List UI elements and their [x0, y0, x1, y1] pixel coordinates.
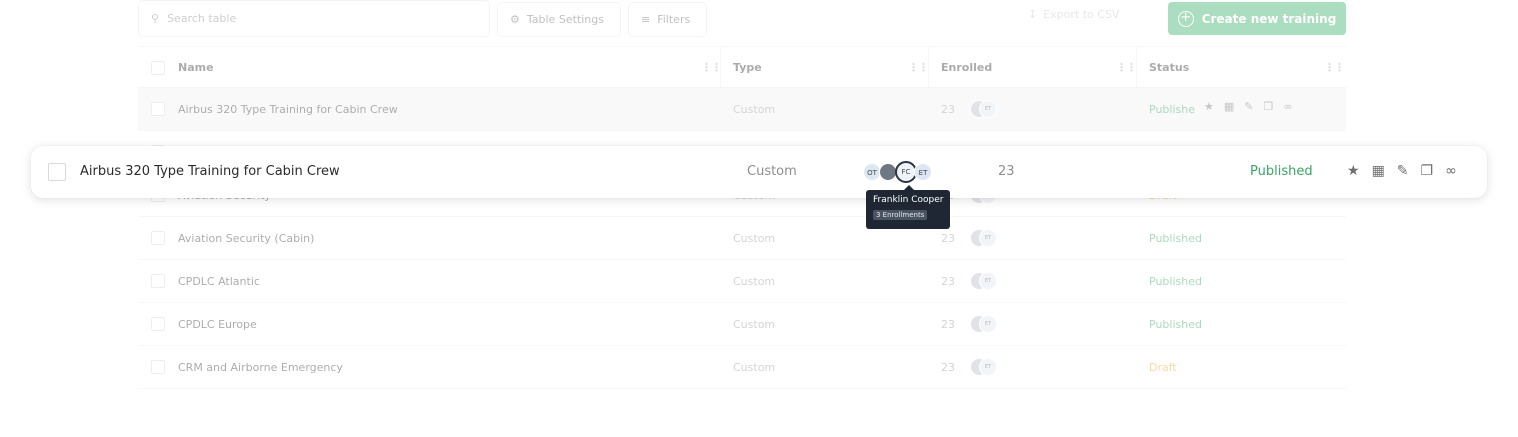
row-enrolled-count: 23: [941, 103, 955, 116]
avatar-stack[interactable]: ET: [970, 229, 997, 247]
row-checkbox[interactable]: [151, 231, 165, 245]
avatar: ET: [979, 100, 997, 118]
status-badge: Published: [1149, 232, 1202, 245]
column-divider: [928, 47, 929, 89]
table-settings-button[interactable]: ⚙ Table Settings: [497, 2, 621, 37]
export-label: Export to CSV: [1043, 8, 1120, 21]
avatar-stack[interactable]: ET: [970, 315, 997, 333]
status-badge: Published: [1149, 318, 1202, 331]
report-icon[interactable]: ▦: [1224, 100, 1234, 113]
row-enrolled-count: 23: [941, 232, 955, 245]
row-name: Aviation Security (Cabin): [178, 232, 315, 245]
row-checkbox[interactable]: [151, 102, 165, 116]
avatar-tooltip: Franklin Cooper 3 Enrollments: [866, 185, 950, 229]
filter-icon: ≡: [641, 13, 651, 26]
row-checkbox[interactable]: [151, 317, 165, 331]
avatar-stack[interactable]: ET: [970, 358, 997, 376]
table-row[interactable]: CRM and Airborne Emergency Custom 23 ET …: [138, 346, 1346, 389]
row-enrolled-count: 23: [941, 318, 955, 331]
tooltip-user-name: Franklin Cooper: [873, 195, 944, 205]
column-header-name[interactable]: Name: [178, 61, 214, 74]
status-badge: Draft: [1149, 361, 1177, 374]
row-checkbox[interactable]: [151, 274, 165, 288]
export-csv-button[interactable]: ↧ Export to CSV: [1028, 8, 1119, 21]
avatar: ET: [979, 229, 997, 247]
status-badge: Publishe: [1149, 103, 1195, 116]
search-icon: ⚲: [151, 12, 160, 25]
background-table-view: ⚲ Search table ⚙ Table Settings ≡ Filter…: [0, 0, 1518, 437]
column-header-enrolled[interactable]: Enrolled: [941, 61, 992, 74]
table-settings-label: Table Settings: [526, 13, 604, 26]
avatar: ET: [979, 272, 997, 290]
row-name: Airbus 320 Type Training for Cabin Crew: [178, 103, 398, 116]
table-header: Name ⋮⋮ Type ⋮⋮ Enrolled ⋮⋮ Status ⋮⋮: [138, 46, 1346, 89]
row-enrolled-count: 23: [941, 275, 955, 288]
download-icon: ↧: [1028, 8, 1038, 21]
copy-icon[interactable]: ❐: [1264, 100, 1274, 113]
avatar-stack: OT FC ET: [863, 161, 938, 183]
report-icon[interactable]: ▦: [1372, 163, 1385, 179]
table-toolbar: ⚲ Search table ⚙ Table Settings ≡ Filter…: [138, 0, 1346, 40]
row-name: CPDLC Atlantic: [178, 275, 260, 288]
column-resize-handle-icon[interactable]: ⋮⋮: [908, 61, 929, 74]
highlighted-table-row[interactable]: Airbus 320 Type Training for Cabin Crew …: [31, 146, 1487, 198]
avatar: ET: [979, 315, 997, 333]
table-row[interactable]: CPDLC Atlantic Custom 23 ET Published: [138, 260, 1346, 303]
column-header-status[interactable]: Status: [1149, 61, 1189, 74]
search-placeholder: Search table: [167, 12, 237, 25]
row-type: Custom: [747, 164, 797, 179]
row-name: Airbus 320 Type Training for Cabin Crew: [80, 164, 340, 179]
column-resize-handle-icon[interactable]: ⋮⋮: [1324, 61, 1345, 74]
create-training-label: Create new training: [1201, 11, 1337, 26]
column-divider: [1136, 47, 1137, 89]
status-badge: Published: [1250, 164, 1313, 179]
avatar-stack[interactable]: ET: [970, 100, 997, 118]
row-enrolled-count: 23: [998, 164, 1015, 179]
row-type: Custom: [733, 232, 776, 245]
filters-button[interactable]: ≡ Filters: [628, 2, 707, 37]
plus-circle-icon: +: [1177, 10, 1194, 27]
row-checkbox[interactable]: [151, 360, 165, 374]
filters-label: Filters: [657, 13, 691, 26]
star-icon[interactable]: ★: [1347, 163, 1360, 179]
link-icon[interactable]: ∞: [1445, 163, 1457, 179]
row-type: Custom: [733, 361, 776, 374]
row-name: CPDLC Europe: [178, 318, 257, 331]
edit-icon[interactable]: ✎: [1397, 163, 1409, 179]
row-type: Custom: [733, 318, 776, 331]
edit-icon[interactable]: ✎: [1244, 100, 1253, 113]
column-header-type[interactable]: Type: [733, 61, 762, 74]
row-actions: ★ ▦ ✎ ❐ ∞: [1347, 163, 1457, 179]
avatar-stack[interactable]: ET: [970, 272, 997, 290]
table-row[interactable]: Airbus 320 Type Training for Cabin Crew …: [138, 88, 1346, 131]
row-actions: ★ ▦ ✎ ❐ ∞: [1204, 100, 1293, 113]
table-row[interactable]: CPDLC Europe Custom 23 ET Published: [138, 303, 1346, 346]
tooltip-enrollment-count: 3 Enrollments: [873, 210, 928, 220]
row-type: Custom: [733, 275, 776, 288]
column-resize-handle-icon[interactable]: ⋮⋮: [701, 61, 722, 74]
select-all-checkbox[interactable]: [151, 61, 165, 75]
avatar: ET: [979, 358, 997, 376]
gear-icon: ⚙: [510, 13, 520, 26]
column-resize-handle-icon[interactable]: ⋮⋮: [1116, 61, 1137, 74]
table-row[interactable]: Aviation Security (Cabin) Custom 23 ET P…: [138, 217, 1346, 260]
star-icon[interactable]: ★: [1204, 100, 1214, 113]
create-training-button[interactable]: + Create new training: [1168, 2, 1346, 35]
row-name: CRM and Airborne Emergency: [178, 361, 343, 374]
row-checkbox[interactable]: [48, 163, 66, 181]
status-badge: Published: [1149, 275, 1202, 288]
link-icon[interactable]: ∞: [1283, 100, 1292, 113]
row-enrolled-count: 23: [941, 361, 955, 374]
search-input[interactable]: ⚲ Search table: [138, 0, 490, 37]
avatar[interactable]: ET: [914, 163, 932, 181]
column-divider: [720, 47, 721, 89]
copy-icon[interactable]: ❐: [1421, 163, 1434, 179]
row-type: Custom: [733, 103, 776, 116]
